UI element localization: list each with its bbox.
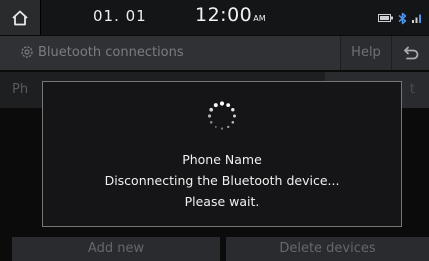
popup-sub-message: Please wait. [184,194,260,209]
device-list-row-label: Ph [12,82,29,97]
bluetooth-icon [398,12,407,24]
status-time: 12:00AM [195,4,266,26]
signal-icon [412,14,421,23]
status-bar: 01. 01 12:00AM [0,0,429,35]
loading-spinner-icon [207,101,236,130]
delete-devices-button[interactable]: Delete devices [226,237,429,261]
status-tray [378,11,423,25]
page-title: Bluetooth connections [38,45,184,60]
back-button[interactable] [391,36,429,70]
back-arrow-icon [404,46,419,60]
add-new-button[interactable]: Add new [12,237,220,261]
device-list-row-action-label: t [409,82,415,97]
popup-device-name: Phone Name [182,152,262,167]
home-icon [12,10,28,25]
home-button[interactable] [0,0,41,35]
status-date: 01. 01 [93,7,147,25]
status-time-suffix: AM [253,14,266,23]
gear-icon [21,46,33,58]
status-time-value: 12:00 [195,4,253,26]
phone-battery-icon [378,14,393,22]
disconnecting-popup: Phone Name Disconnecting the Bluetooth d… [42,81,402,227]
help-button[interactable]: Help [340,36,391,70]
popup-message: Disconnecting the Bluetooth device... [104,173,340,188]
